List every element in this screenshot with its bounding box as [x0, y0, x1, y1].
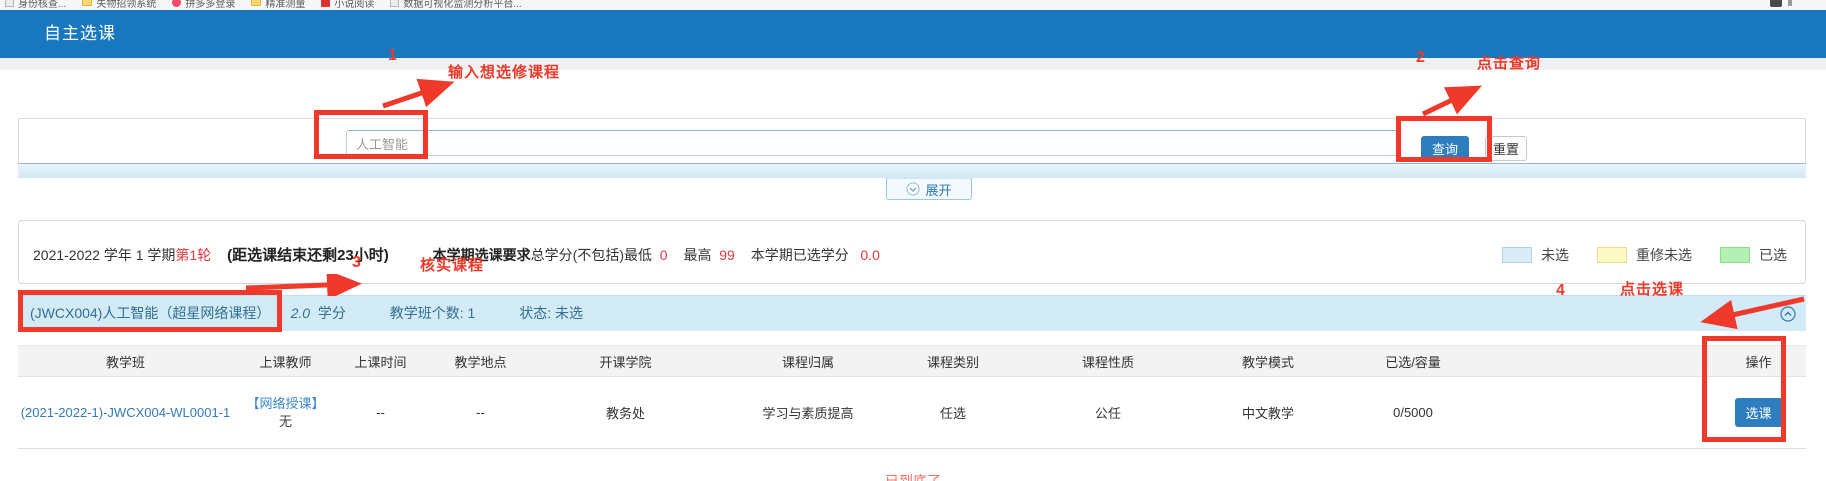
col-header-belong: 课程归属 [713, 346, 903, 377]
bookmark-label: 拼多多登录 [185, 0, 235, 10]
select-course-button[interactable]: 选课 [1735, 398, 1783, 427]
legend-swatch-retake [1597, 247, 1627, 263]
col-header-time: 上课时间 [338, 346, 423, 377]
course-status: 状态: 未选 [519, 305, 583, 321]
page: 身份核查... 失物招领系统 拼多多登录 精准测量 小说阅读 数据可视化监测分析… [0, 0, 1826, 481]
teacher-name: 无 [233, 413, 338, 431]
end-of-list-text: 已到底了 [0, 471, 1826, 481]
annotation-step4-label: 点击选课 [1620, 278, 1684, 299]
bookmarks-menu-icon[interactable] [1788, 0, 1792, 6]
search-panel: 查询 重置 [18, 118, 1806, 163]
bookmark-label: 失物招领系统 [96, 0, 156, 10]
expand-label: 展开 [925, 180, 951, 199]
annotation-step2-label: 点击查询 [1477, 52, 1541, 73]
legend-swatch-unselected [1502, 247, 1532, 263]
collapse-chevron-up-icon[interactable] [1780, 306, 1796, 322]
bookmark-item[interactable]: 精准测量 [251, 0, 305, 10]
bookmark-item[interactable]: 拼多多登录 [172, 0, 235, 10]
folder-icon [251, 0, 261, 6]
col-header-action: 操作 [1711, 346, 1806, 377]
site-icon [172, 0, 181, 7]
course-group-bar[interactable]: (JWCX004)人工智能（超星网络课程） - 2.0 学分 教学班个数: 1 … [18, 295, 1806, 331]
expand-toggle[interactable]: 展开 [886, 178, 972, 200]
annotation-step3-label: 核实课程 [420, 254, 484, 275]
class-count: 教学班个数: 1 [390, 305, 476, 321]
legend-item-retake: 重修未选 [1597, 245, 1692, 265]
class-nature: 公任 [1003, 377, 1213, 449]
teacher-tag: 【网络授课】 [233, 395, 338, 413]
chevron-down-circle-icon [906, 182, 920, 196]
folder-icon [82, 0, 92, 6]
bookmark-item[interactable]: 数据可视化监测分析平台... [390, 0, 521, 10]
reset-button[interactable]: 重置 [1485, 136, 1527, 161]
col-header-category: 课程类别 [903, 346, 1003, 377]
query-button[interactable]: 查询 [1421, 136, 1469, 161]
selected-credits-value: 0.0 [860, 247, 879, 263]
class-mode: 中文教学 [1213, 377, 1323, 449]
legend-item-unselected: 未选 [1502, 245, 1569, 265]
bookmark-item[interactable]: 失物招领系统 [82, 0, 156, 10]
course-title: (JWCX004)人工智能（超星网络课程） [30, 305, 270, 321]
page-title: 自主选课 [44, 10, 116, 58]
col-header-capacity: 已选/容量 [1323, 346, 1503, 377]
class-college: 教务处 [538, 377, 713, 449]
min-credits-value: 0 [660, 247, 668, 263]
annotation-step1-number: 1 [388, 47, 397, 65]
legend-item-selected: 已选 [1720, 245, 1787, 265]
status-legend: 未选 重修未选 已选 [1502, 245, 1787, 265]
bookmark-label: 精准测量 [265, 0, 305, 10]
class-category: 任选 [903, 377, 1003, 449]
deadline-text: (距选课结束还剩23小时) [227, 247, 389, 264]
header-sub-strip [0, 58, 1826, 70]
bookmark-label: 身份核查... [18, 0, 66, 10]
col-header-spacer [1503, 346, 1711, 377]
course-credits-suffix: 学分 [318, 305, 346, 321]
table-row: (2021-2022-1)-JWCX004-WL0001-1 【网络授课】 无 … [18, 377, 1806, 449]
selected-credits-label: 本学期已选学分 [751, 247, 849, 263]
class-place: -- [423, 377, 538, 449]
col-header-place: 教学地点 [423, 346, 538, 377]
annotation-step3-number: 3 [352, 254, 361, 272]
col-header-college: 开课学院 [538, 346, 713, 377]
bookmark-item[interactable]: 小说阅读 [321, 0, 374, 10]
col-header-class: 教学班 [18, 346, 233, 377]
legend-label: 重修未选 [1636, 245, 1692, 265]
col-header-teacher: 上课教师 [233, 346, 338, 377]
bookmark-label: 数据可视化监测分析平台... [403, 0, 521, 10]
bookmark-label: 小说阅读 [334, 0, 374, 10]
class-time: -- [338, 377, 423, 449]
course-credits: 2.0 [291, 305, 310, 321]
annotation-step4-number: 4 [1556, 282, 1565, 300]
class-capacity: 0/5000 [1323, 377, 1503, 449]
spacer-cell [1503, 377, 1711, 449]
class-id-link[interactable]: (2021-2022-1)-JWCX004-WL0001-1 [21, 405, 231, 420]
annotation-step1-label: 输入想选修课程 [448, 61, 560, 82]
semester-round: 第1轮 [175, 247, 211, 263]
bookmark-icon [390, 0, 399, 7]
reading-list-icon[interactable] [1770, 0, 1782, 7]
legend-swatch-selected [1720, 247, 1750, 263]
bookmark-icon [5, 0, 14, 7]
semester-panel: 2021-2022 学年 1 学期第1轮 (距选课结束还剩23小时) 本学期选课… [18, 220, 1806, 284]
legend-label: 未选 [1541, 245, 1569, 265]
class-belong: 学习与素质提高 [713, 377, 903, 449]
table-header-row: 教学班 上课教师 上课时间 教学地点 开课学院 课程归属 课程类别 课程性质 教… [18, 346, 1806, 377]
max-credits-value: 99 [719, 247, 735, 263]
browser-bookmarks-bar: 身份核查... 失物招领系统 拼多多登录 精准测量 小说阅读 数据可视化监测分析… [0, 0, 1826, 10]
max-credits-label: 最高 [683, 247, 711, 263]
credits-label: 总学分(不包括)最低 [531, 247, 652, 263]
course-search-input[interactable] [346, 130, 1398, 156]
panel-bottom-strip [18, 163, 1806, 178]
legend-label: 已选 [1759, 245, 1787, 265]
col-header-mode: 教学模式 [1213, 346, 1323, 377]
annotation-step2-number: 2 [1416, 49, 1425, 67]
semester-term: 2021-2022 学年 1 学期 [33, 247, 175, 263]
site-icon [321, 0, 330, 7]
page-header: 自主选课 [0, 10, 1826, 58]
col-header-nature: 课程性质 [1003, 346, 1213, 377]
annotation-arrow-2 [1415, 80, 1493, 120]
class-table: 教学班 上课教师 上课时间 教学地点 开课学院 课程归属 课程类别 课程性质 教… [18, 345, 1806, 449]
bookmark-item[interactable]: 身份核查... [5, 0, 66, 10]
